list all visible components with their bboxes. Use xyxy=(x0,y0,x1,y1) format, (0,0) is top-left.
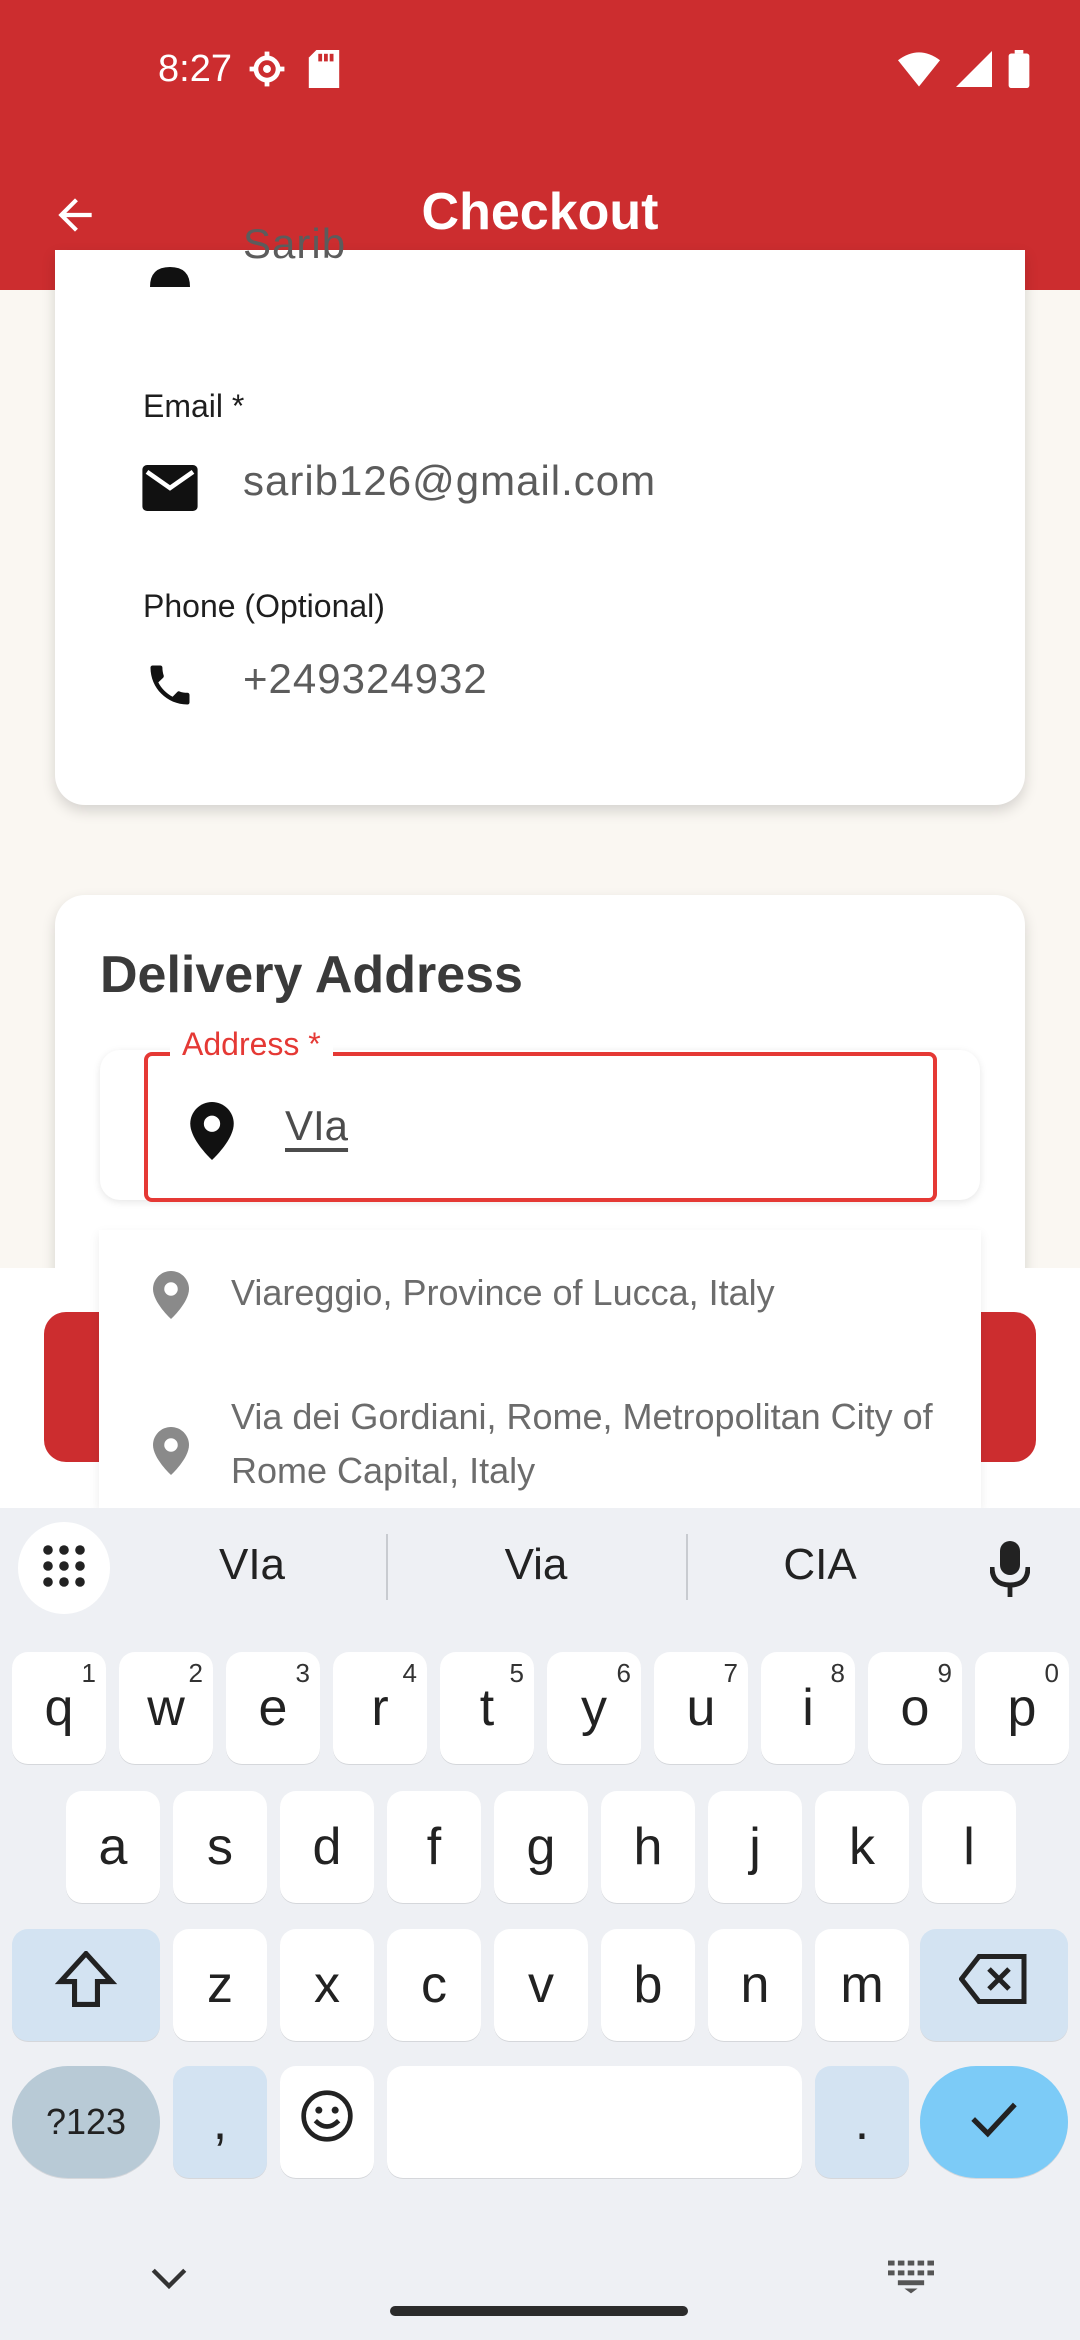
suggestion-text: Viareggio, Province of Lucca, Italy xyxy=(231,1272,775,1313)
address-field[interactable]: Address * VIa xyxy=(144,1026,937,1202)
key-x[interactable]: x xyxy=(280,1929,374,2041)
key-a[interactable]: a xyxy=(66,1791,160,1903)
location-pin-icon xyxy=(182,1096,242,1166)
keyboard-suggestion[interactable]: Via xyxy=(436,1540,636,1590)
place-icon xyxy=(149,1423,193,1479)
key-k[interactable]: k xyxy=(815,1791,909,1903)
keyboard-suggestion[interactable]: VIa xyxy=(152,1540,352,1590)
email-field[interactable]: sarib126@gmail.com xyxy=(243,457,656,505)
contact-card: Sarib Email * sarib126@gmail.com Phone (… xyxy=(55,220,1025,805)
keyboard-suggestion[interactable]: CIA xyxy=(720,1540,920,1590)
key-f[interactable]: f xyxy=(387,1791,481,1903)
keyboard-suggestion-strip: VIa Via CIA xyxy=(0,1508,1080,1633)
emoji-icon xyxy=(299,2088,355,2157)
key-c[interactable]: c xyxy=(387,1929,481,2041)
key-s[interactable]: s xyxy=(173,1791,267,1903)
key-o[interactable]: o9 xyxy=(868,1652,962,1764)
key-p[interactable]: p0 xyxy=(975,1652,1069,1764)
status-bar: 8:27 xyxy=(0,0,1080,140)
sd-card-icon xyxy=(308,50,340,93)
key-r[interactable]: r4 xyxy=(333,1652,427,1764)
backspace-icon xyxy=(958,1953,1029,2017)
key-n[interactable]: n xyxy=(708,1929,802,2041)
suggestion-item[interactable]: Viareggio, Province of Lucca, Italy xyxy=(99,1230,981,1360)
emoji-key[interactable] xyxy=(280,2066,374,2178)
key-m[interactable]: m xyxy=(815,1929,909,2041)
key-u[interactable]: u7 xyxy=(654,1652,748,1764)
keyboard-apps-button[interactable] xyxy=(18,1522,110,1614)
address-label: Address * xyxy=(170,1026,333,1063)
suggestion-text: Via dei Gordiani, Rome, Metropolitan Cit… xyxy=(231,1396,933,1491)
place-icon xyxy=(149,1267,193,1323)
cellular-signal-icon xyxy=(956,51,992,92)
key-h[interactable]: h xyxy=(601,1791,695,1903)
address-suggestions: Viareggio, Province of Lucca, Italy Via … xyxy=(99,1230,981,1508)
wifi-icon xyxy=(898,51,940,92)
space-key[interactable] xyxy=(387,2066,802,2178)
status-time: 8:27 xyxy=(158,48,232,90)
shift-key[interactable] xyxy=(12,1929,160,2041)
shift-icon xyxy=(54,1949,118,2020)
key-d[interactable]: d xyxy=(280,1791,374,1903)
key-i[interactable]: i8 xyxy=(761,1652,855,1764)
email-label: Email * xyxy=(143,388,245,424)
microphone-icon xyxy=(989,1540,1031,1602)
comma-key[interactable]: , xyxy=(173,2066,267,2178)
key-g[interactable]: g xyxy=(494,1791,588,1903)
key-v[interactable]: v xyxy=(494,1929,588,2041)
key-e[interactable]: e3 xyxy=(226,1652,320,1764)
checkmark-icon xyxy=(969,2092,1019,2152)
apps-grid-icon xyxy=(40,1542,88,1595)
key-b[interactable]: b xyxy=(601,1929,695,2041)
done-key[interactable] xyxy=(920,2066,1068,2178)
symbols-key[interactable]: ?123 xyxy=(12,2066,160,2178)
key-z[interactable]: z xyxy=(173,1929,267,2041)
address-input[interactable]: VIa xyxy=(285,1102,348,1150)
navigation-bar xyxy=(0,2220,1080,2340)
person-icon xyxy=(135,232,205,302)
backspace-key[interactable] xyxy=(920,1929,1068,2041)
name-value[interactable]: Sarib xyxy=(243,220,346,268)
battery-icon xyxy=(1008,50,1030,93)
gear-icon xyxy=(248,50,286,93)
email-icon xyxy=(135,453,205,523)
key-t[interactable]: t5 xyxy=(440,1652,534,1764)
home-handle[interactable] xyxy=(390,2306,688,2316)
phone-field[interactable]: +249324932 xyxy=(243,655,488,703)
keyboard-switch-icon[interactable] xyxy=(888,2260,934,2299)
key-j[interactable]: j xyxy=(708,1791,802,1903)
period-key[interactable]: . xyxy=(815,2066,909,2178)
key-q[interactable]: q1 xyxy=(12,1652,106,1764)
key-y[interactable]: y6 xyxy=(547,1652,641,1764)
section-title: Delivery Address xyxy=(100,946,523,1004)
soft-keyboard: VIa Via CIA q1 w2 e3 r4 t5 y6 u7 i8 o9 p… xyxy=(0,1508,1080,2340)
chevron-down-icon[interactable] xyxy=(148,2264,190,2299)
phone-label: Phone (Optional) xyxy=(143,588,385,624)
key-l[interactable]: l xyxy=(922,1791,1016,1903)
key-w[interactable]: w2 xyxy=(119,1652,213,1764)
phone-icon xyxy=(135,650,205,720)
suggestion-item[interactable]: Via dei Gordiani, Rome, Metropolitan Cit… xyxy=(99,1360,981,1508)
microphone-button[interactable] xyxy=(980,1536,1040,1606)
